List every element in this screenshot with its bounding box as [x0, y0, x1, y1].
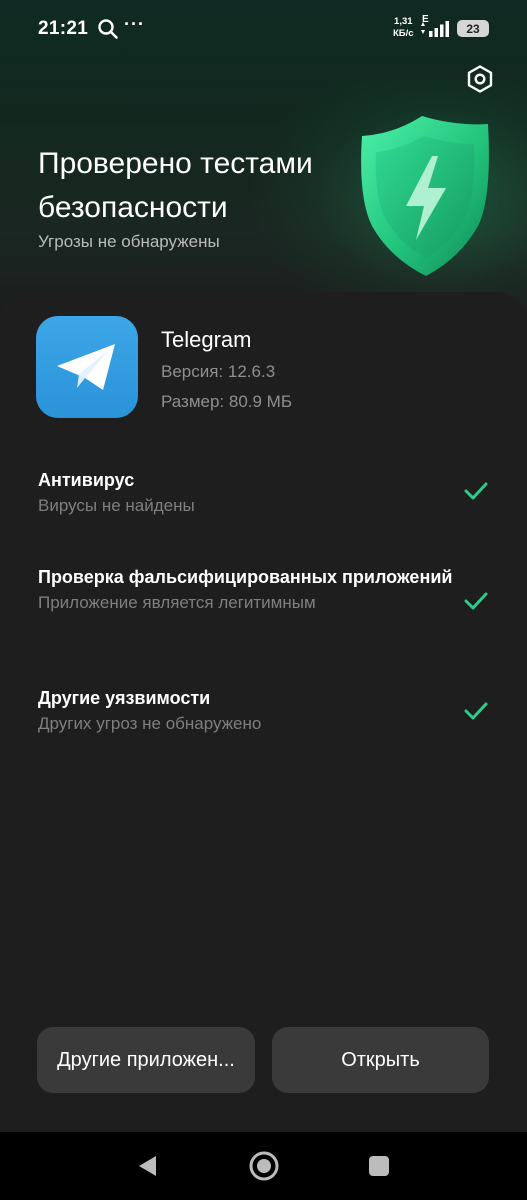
checkmark-icon: [464, 482, 488, 500]
open-button[interactable]: Открыть: [272, 1027, 489, 1093]
battery-indicator: 23: [457, 20, 489, 37]
shield-lightning-icon: [361, 116, 489, 276]
app-version: Версия: 12.6.3: [161, 362, 276, 381]
home-icon[interactable]: [248, 1150, 280, 1182]
check-title: Антивирус: [38, 470, 135, 490]
check-subtitle: Вирусы не найдены: [38, 496, 195, 515]
check-title: Проверка фальсифицированных приложений: [38, 567, 453, 587]
check-item-antivirus: Антивирус Вирусы не найдены: [38, 468, 468, 519]
checkmark-icon: [464, 592, 488, 610]
network-speed: 1,31 КБ/с: [393, 16, 414, 40]
telegram-icon: [36, 316, 138, 418]
app-size: Размер: 80.9 МБ: [161, 392, 293, 411]
network-speed-value: 1,31: [394, 16, 413, 27]
check-subtitle: Других угроз не обнаружено: [38, 714, 262, 733]
page-title: Проверено тестами безопасности: [38, 147, 313, 224]
checkmark-icon: [464, 702, 488, 720]
check-title: Другие уязвимости: [38, 688, 211, 708]
status-bar: 21:21 ··· 1,31 КБ/с E 23: [0, 0, 527, 58]
recent-apps-icon[interactable]: [369, 1156, 389, 1176]
check-item-tampered-apps: Проверка фальсифицированных приложений П…: [38, 565, 468, 616]
paper-plane-icon: [57, 344, 115, 390]
navigation-bar: [0, 1132, 527, 1200]
settings-hex-icon[interactable]: [465, 64, 495, 94]
other-apps-button[interactable]: Другие приложен...: [37, 1027, 255, 1093]
signal-icon: [421, 21, 449, 37]
search-icon: [98, 19, 118, 39]
back-icon[interactable]: [136, 1154, 158, 1178]
more-notifications-icon: ···: [124, 14, 145, 34]
page-subtitle: Угрозы не обнаружены: [38, 232, 220, 251]
status-time: 21:21: [38, 18, 89, 39]
network-speed-unit: КБ/с: [393, 28, 414, 39]
check-subtitle: Приложение является легитимным: [38, 593, 316, 612]
check-item-other-vulnerabilities: Другие уязвимости Других угроз не обнару…: [38, 686, 468, 737]
app-name: Telegram: [161, 327, 252, 352]
